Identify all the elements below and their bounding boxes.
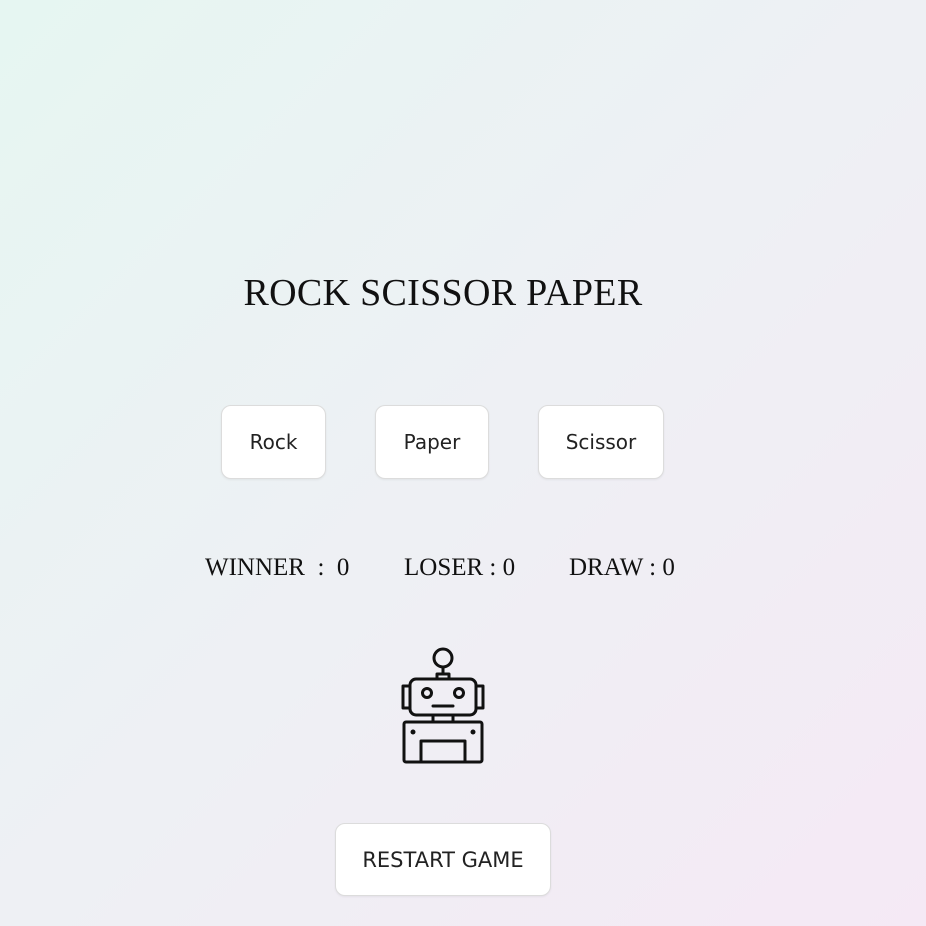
robot-icon — [401, 647, 485, 764]
page-title: ROCK SCISSOR PAPER — [243, 272, 643, 314]
winner-score: WINNER : 0 — [205, 554, 350, 581]
rock-button[interactable]: Rock — [221, 405, 326, 479]
loser-score: LOSER : 0 — [404, 554, 516, 581]
paper-button[interactable]: Paper — [375, 405, 489, 479]
restart-game-button[interactable]: RESTART GAME — [335, 823, 551, 896]
scissor-button[interactable]: Scissor — [538, 405, 664, 479]
draw-score: DRAW : 0 — [569, 554, 675, 581]
